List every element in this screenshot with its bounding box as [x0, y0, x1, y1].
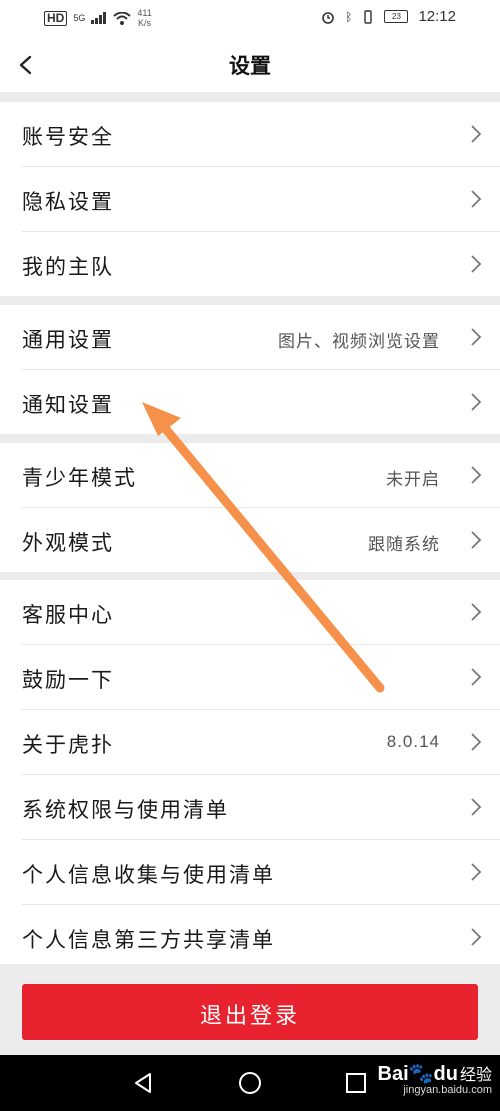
signal-icon: [91, 12, 107, 24]
chevron-right-icon: [471, 393, 482, 411]
page-title: 设置: [229, 54, 271, 78]
chevron-right-icon: [471, 863, 482, 881]
status-right: ᛒ 23 12:12: [321, 8, 456, 25]
logout-button[interactable]: 退出登录: [22, 984, 478, 1040]
chevron-right-icon: [471, 466, 482, 484]
system-home-button[interactable]: [236, 1069, 264, 1097]
circle-home-icon: [239, 1072, 261, 1094]
row-notification-settings[interactable]: 通知设置: [22, 370, 500, 434]
row-label: 个人信息收集与使用清单: [22, 863, 275, 887]
row-customer-service[interactable]: 客服中心: [22, 580, 500, 645]
speed-unit: K/s: [138, 18, 152, 28]
settings-group-about: 客服中心 鼓励一下 关于虎扑 8.0.14 系统权限与使用清单 个人信息收集与使…: [0, 580, 500, 969]
system-nav-bar: Bai🐾du 经验 jingyan.baidu.com: [0, 1055, 500, 1111]
chevron-right-icon: [471, 668, 482, 686]
chevron-right-icon: [471, 531, 482, 549]
row-label: 个人信息第三方共享清单: [22, 928, 275, 952]
row-privacy[interactable]: 隐私设置: [22, 167, 500, 232]
row-encourage[interactable]: 鼓励一下: [22, 645, 500, 710]
alarm-icon: [322, 11, 335, 24]
chevron-right-icon: [471, 928, 482, 946]
watermark-text: 经验: [459, 1067, 492, 1084]
square-recents-icon: [346, 1073, 366, 1093]
speed-value: 411: [137, 8, 152, 18]
chevron-right-icon: [471, 190, 482, 208]
battery-icon: 23: [384, 10, 409, 23]
row-label: 外观模式: [22, 531, 114, 555]
row-label: 账号安全: [22, 125, 114, 149]
row-home-team[interactable]: 我的主队: [22, 232, 500, 296]
logout-label: 退出登录: [199, 1004, 300, 1029]
row-label: 通用设置: [22, 328, 114, 352]
row-label: 青少年模式: [22, 466, 137, 490]
row-label: 隐私设置: [22, 190, 114, 214]
row-appearance-mode[interactable]: 外观模式 跟随系统: [22, 508, 500, 572]
watermark-logo-tail: du: [433, 1063, 458, 1085]
row-third-party-sharing[interactable]: 个人信息第三方共享清单: [22, 905, 500, 969]
settings-group-account: 账号安全 隐私设置 我的主队: [0, 102, 500, 296]
clock: 12:12: [418, 8, 456, 25]
watermark-logo: Bai🐾du: [378, 1063, 458, 1085]
status-bar: HD 5G 411 K/s ᛒ 23 12:12: [0, 0, 500, 36]
chevron-right-icon: [471, 255, 482, 273]
chevron-right-icon: [471, 125, 482, 143]
row-personal-info-collection[interactable]: 个人信息收集与使用清单: [22, 840, 500, 905]
chevron-right-icon: [471, 733, 482, 751]
row-value: 未开启: [386, 470, 440, 490]
watermark-url: jingyan.baidu.com: [403, 1084, 492, 1096]
watermark-logo-head: Bai: [377, 1063, 409, 1085]
vibrate-icon: [364, 9, 373, 24]
nav-bar: 设置: [0, 36, 500, 92]
row-about[interactable]: 关于虎扑 8.0.14: [22, 710, 500, 775]
row-value: 图片、视频浏览设置: [278, 332, 440, 352]
chevron-right-icon: [471, 328, 482, 346]
settings-group-general: 通用设置 图片、视频浏览设置 通知设置: [0, 305, 500, 434]
row-label: 通知设置: [22, 393, 114, 417]
chevron-right-icon: [471, 798, 482, 816]
system-recents-button[interactable]: [342, 1069, 370, 1097]
chevron-right-icon: [471, 603, 482, 621]
signal-label: 5G: [73, 13, 86, 23]
system-back-button[interactable]: [130, 1069, 158, 1097]
row-label: 我的主队: [22, 255, 114, 279]
status-left: HD 5G 411 K/s: [44, 8, 152, 28]
row-general-settings[interactable]: 通用设置 图片、视频浏览设置: [22, 305, 500, 370]
triangle-back-icon: [135, 1073, 151, 1093]
row-label: 鼓励一下: [22, 668, 114, 692]
baidu-jingyan-watermark: Bai🐾du 经验 jingyan.baidu.com: [378, 1061, 492, 1096]
wifi-icon: [113, 11, 132, 25]
settings-group-modes: 青少年模式 未开启 外观模式 跟随系统: [0, 443, 500, 572]
row-label: 客服中心: [22, 603, 114, 627]
version-value: 8.0.14: [386, 732, 440, 751]
network-speed: 411 K/s: [137, 8, 151, 28]
logout-section: 退出登录: [0, 964, 500, 1055]
row-label: 关于虎扑: [22, 733, 114, 757]
bluetooth-icon: ᛒ: [345, 9, 353, 24]
paw-icon: 🐾: [408, 1063, 434, 1085]
row-system-permissions[interactable]: 系统权限与使用清单: [22, 775, 500, 840]
row-value: 跟随系统: [368, 535, 440, 555]
hd-badge: HD: [44, 10, 68, 26]
row-account-security[interactable]: 账号安全: [22, 102, 500, 167]
row-label: 系统权限与使用清单: [22, 798, 229, 822]
row-teen-mode[interactable]: 青少年模式 未开启: [22, 443, 500, 508]
